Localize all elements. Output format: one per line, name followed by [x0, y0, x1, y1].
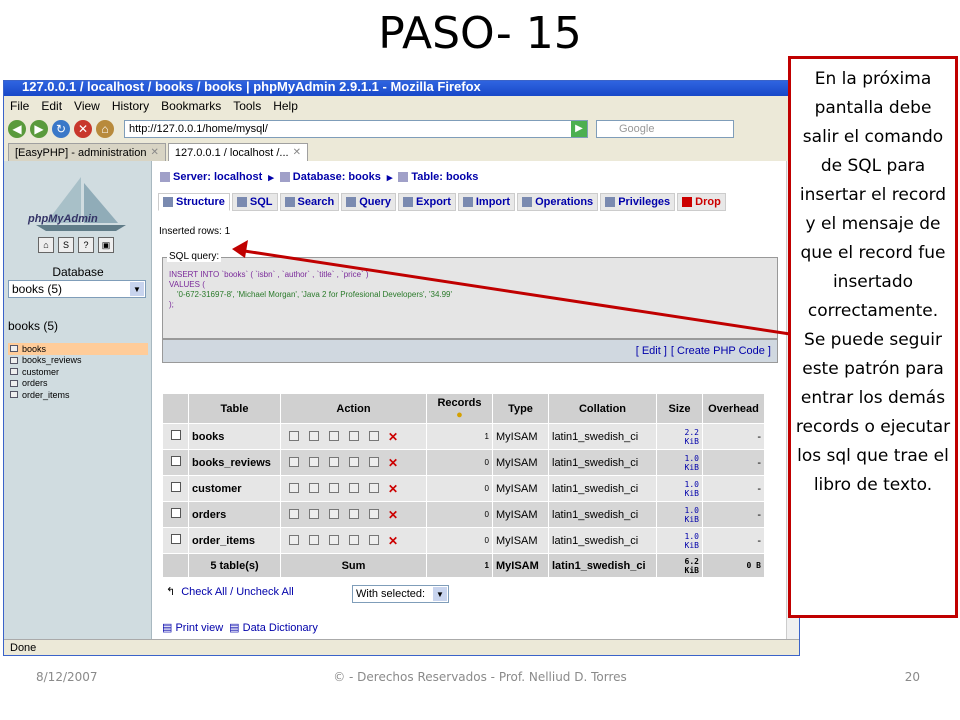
- footer-page-number: 20: [904, 670, 920, 684]
- pointer-arrow: [232, 240, 791, 336]
- footer-date: 8/12/2007: [36, 670, 98, 684]
- pointer-arrow-line: [237, 248, 791, 336]
- pointer-arrow-head: [232, 240, 248, 258]
- footer-copyright: © - Derechos Reservados - Prof. Nelliud …: [333, 670, 627, 684]
